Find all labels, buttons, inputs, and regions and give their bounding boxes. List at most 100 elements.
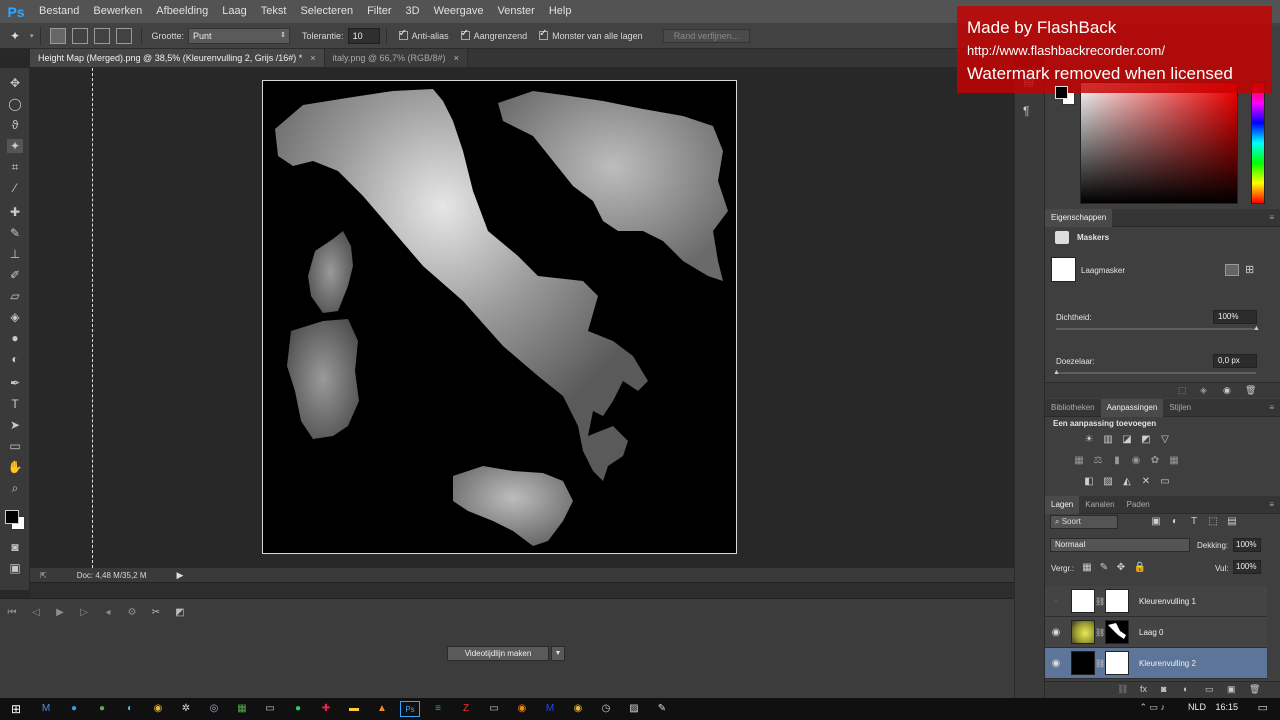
transition-icon[interactable]: ◩ <box>168 607 192 618</box>
settings-icon[interactable]: ⚙ <box>120 607 144 618</box>
trash-icon[interactable]: 🗑 <box>1245 385 1256 396</box>
photo-filter-icon[interactable]: ◉ <box>1129 455 1143 467</box>
feather-slider-thumb[interactable]: ▲ <box>1053 369 1060 376</box>
anti-alias-checkbox[interactable]: Anti-alias <box>398 28 449 41</box>
windows-start-icon[interactable]: ⊞ <box>6 701 26 717</box>
pixel-mask-icon[interactable] <box>1225 264 1239 276</box>
first-frame-icon[interactable]: ⏮ <box>0 607 24 618</box>
layer-row-selected[interactable]: ◉ ⛓ Kleurenvulling 2 <box>1045 648 1267 679</box>
eye-icon[interactable]: ◉ <box>1223 385 1231 396</box>
exposure-icon[interactable]: ◩ <box>1139 434 1153 446</box>
posterize-icon[interactable]: ▨ <box>1101 476 1115 488</box>
color-picker-field[interactable] <box>1080 82 1238 204</box>
menu-laag[interactable]: Laag <box>215 0 253 23</box>
app-circle-icon[interactable]: ● <box>64 701 84 717</box>
color-balance-icon[interactable]: ⚖ <box>1091 455 1105 467</box>
blender-icon[interactable]: ◉ <box>512 701 532 717</box>
foreground-swatch[interactable] <box>1055 86 1068 99</box>
tab-italy[interactable]: italy.png @ 66,7% (RGB/8#) × <box>324 49 468 67</box>
tab-bibliotheken[interactable]: Bibliotheken <box>1045 399 1101 417</box>
mask-thumbnail[interactable] <box>1051 257 1076 282</box>
file-explorer-icon[interactable]: ▬ <box>344 701 364 717</box>
paint-bucket-icon[interactable]: ◈ <box>7 310 23 324</box>
levels-icon[interactable]: ▥ <box>1101 434 1115 446</box>
quick-mask-icon[interactable]: ◙ <box>7 540 23 554</box>
chrome-icon[interactable]: ◉ <box>148 701 168 717</box>
layer-filter-select[interactable]: ⌕ Soort <box>1050 515 1118 529</box>
tab-kanalen[interactable]: Kanalen <box>1079 496 1120 514</box>
lock-pixels-icon[interactable]: ✎ <box>1097 562 1111 574</box>
paragraph-panel-icon[interactable]: ¶ <box>1023 104 1029 118</box>
lock-position-icon[interactable]: ✥ <box>1114 562 1128 574</box>
density-value[interactable]: 100% <box>1213 310 1257 324</box>
menu-venster[interactable]: Venster <box>491 0 542 23</box>
trash-icon[interactable]: 🗑 <box>1249 684 1260 695</box>
app-moon-icon[interactable]: ◐ <box>120 701 140 717</box>
density-slider-thumb[interactable]: ▲ <box>1253 325 1260 332</box>
menu-tekst[interactable]: Tekst <box>254 0 294 23</box>
brightness-icon[interactable]: ☀ <box>1082 434 1096 446</box>
app-m-icon[interactable]: M <box>36 701 56 717</box>
app-bars-icon[interactable]: ≡ <box>428 701 448 717</box>
language-indicator[interactable]: NLD <box>1188 702 1206 712</box>
filter-smart-object-icon[interactable]: ▤ <box>1225 516 1239 528</box>
eye-icon[interactable]: ◉ <box>1045 627 1067 638</box>
foreground-color-swatch[interactable] <box>5 510 19 524</box>
tab-paden[interactable]: Paden <box>1121 496 1156 514</box>
curves-icon[interactable]: ◪ <box>1120 434 1134 446</box>
crop-tool-icon[interactable]: ⌗ <box>7 160 23 174</box>
play-icon[interactable]: ▶ <box>48 607 72 618</box>
lasso-tool-icon[interactable]: ϑ <box>7 118 23 132</box>
color-lookup-icon[interactable]: ▦ <box>1167 455 1181 467</box>
prev-frame-icon[interactable]: ◁ <box>24 607 48 618</box>
screen-mode-icon[interactable]: ▣ <box>7 561 23 575</box>
chevron-down-icon[interactable]: ▾ <box>30 32 34 40</box>
healing-brush-icon[interactable]: ✚ <box>7 205 23 219</box>
lock-transparent-icon[interactable]: ▦ <box>1080 562 1094 574</box>
eye-icon[interactable]: ◉ <box>1045 658 1067 669</box>
arrow-right-icon[interactable]: ▶ <box>177 570 184 581</box>
tab-lagen[interactable]: Lagen <box>1045 495 1080 514</box>
layer-row[interactable]: ▫ ⛓ Kleurenvulling 1 <box>1045 586 1267 617</box>
selective-color-icon[interactable]: ✕ <box>1139 476 1153 488</box>
link-layers-icon[interactable]: ⛓ <box>1117 684 1128 695</box>
steam-icon[interactable]: ◎ <box>204 701 224 717</box>
gradient-map-icon[interactable]: ▭ <box>1158 476 1172 488</box>
folder-icon[interactable]: ▭ <box>1205 684 1214 695</box>
magic-wand-tool-icon[interactable]: ✦ <box>7 139 23 153</box>
threshold-icon[interactable]: ◭ <box>1120 476 1134 488</box>
close-icon[interactable]: × <box>310 53 315 63</box>
chevron-down-icon[interactable]: ▼ <box>551 646 565 661</box>
apply-mask-icon[interactable]: ◈ <box>1200 385 1207 396</box>
fill-value[interactable]: 100% <box>1233 560 1261 574</box>
intersect-selection-icon[interactable] <box>115 27 132 44</box>
blur-tool-icon[interactable]: ● <box>7 331 23 345</box>
subtract-selection-icon[interactable] <box>93 27 110 44</box>
rand-verfijnen-button[interactable]: Rand verfijnen... <box>662 28 751 43</box>
vlc-icon[interactable]: ▲ <box>372 701 392 717</box>
menu-weergave[interactable]: Weergave <box>427 0 491 23</box>
eraser-tool-icon[interactable]: ▱ <box>7 289 23 303</box>
new-layer-icon[interactable]: ▣ <box>1227 684 1236 695</box>
layer-row[interactable]: ◉ ⛓ Laag 0 <box>1045 617 1267 648</box>
menu-afbeelding[interactable]: Afbeelding <box>149 0 215 23</box>
menu-filter[interactable]: Filter <box>360 0 398 23</box>
path-selection-icon[interactable]: ➤ <box>7 418 23 432</box>
panel-menu-icon[interactable]: ≡ <box>1269 403 1274 412</box>
visibility-toggle[interactable]: ▫ <box>1045 596 1067 607</box>
notification-icon[interactable]: ▭ <box>1258 701 1268 714</box>
eyedropper-tool-icon[interactable]: ⁄ <box>7 181 23 195</box>
tray-icons[interactable]: ⌃ ▭ ♪ <box>1139 702 1165 713</box>
opacity-value[interactable]: 100% <box>1233 538 1261 552</box>
move-tool-icon[interactable]: ✥ <box>7 76 23 90</box>
app-shield-icon[interactable]: ● <box>92 701 112 717</box>
close-icon[interactable]: × <box>454 53 459 63</box>
clock[interactable]: 16:15 <box>1215 702 1238 712</box>
tab-eigenschappen[interactable]: Eigenschappen <box>1045 208 1113 227</box>
filter-shape-icon[interactable]: ⬚ <box>1206 516 1220 528</box>
tab-aanpassingen[interactable]: Aanpassingen <box>1100 398 1164 417</box>
app-m2-icon[interactable]: M <box>540 701 560 717</box>
export-icon[interactable]: ⇱ <box>40 571 47 580</box>
blend-mode-select[interactable]: Normaal <box>1050 538 1190 552</box>
document-canvas[interactable] <box>262 80 737 554</box>
